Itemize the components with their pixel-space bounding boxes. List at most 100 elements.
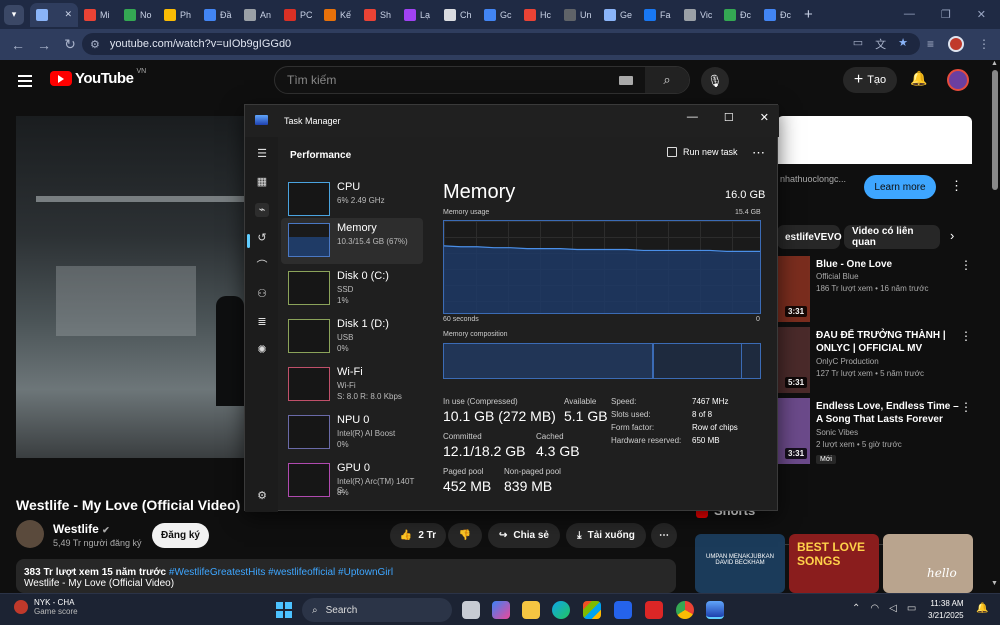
performance-icon[interactable]: ⌁: [255, 203, 269, 217]
tab-search-dropdown[interactable]: ▾: [4, 4, 24, 25]
scroll-up-icon[interactable]: ▲: [991, 60, 998, 67]
processes-icon[interactable]: ▦: [255, 175, 269, 189]
battery-icon[interactable]: ▭: [907, 603, 916, 614]
short-thumbnail[interactable]: BEST LOVE SONGS: [789, 534, 879, 593]
browser-tab[interactable]: Mi: [78, 3, 118, 27]
more-options-icon[interactable]: ⋯: [752, 145, 765, 161]
page-scrollbar[interactable]: ▲ ▼: [990, 60, 1000, 593]
browser-tab[interactable]: Ph: [158, 3, 198, 27]
dislike-button[interactable]: 👎: [448, 523, 482, 548]
profile-avatar[interactable]: [948, 36, 964, 52]
media-controls-icon[interactable]: ≡: [927, 37, 934, 51]
volume-icon[interactable]: ◁: [889, 603, 897, 614]
store-icon[interactable]: [583, 601, 601, 619]
recommended-video[interactable]: 5:31 ĐAU ĐỂ TRƯỞNG THÀNH | ONLYC | OFFICI…: [777, 327, 987, 393]
task-manager-titlebar[interactable]: Task Manager — ☐ ✕: [245, 105, 779, 137]
perf-item-wi-fi[interactable]: Wi-Fi Wi-Fi S: 8.0 R: 8.0 Kbps: [281, 362, 423, 408]
scrollbar-thumb[interactable]: [992, 70, 998, 190]
task-view-icon[interactable]: [462, 601, 480, 619]
subscribe-button[interactable]: Đăng ký: [152, 523, 209, 548]
restore-icon[interactable]: ❐: [941, 8, 951, 21]
recommended-video[interactable]: 3:31 Endless Love, Endless Time – A Song …: [777, 398, 987, 464]
browser-tab[interactable]: Lạ: [398, 3, 438, 27]
browser-tab[interactable]: Ch: [438, 3, 478, 27]
download-button[interactable]: ⤓ Tải xuống: [566, 523, 646, 548]
back-icon[interactable]: ←: [8, 37, 28, 53]
forward-icon[interactable]: →: [34, 37, 54, 53]
channel-name[interactable]: Westlife ✔: [53, 522, 110, 536]
scroll-down-icon[interactable]: ▼: [991, 580, 998, 587]
ad-more-icon[interactable]: ⋮: [950, 178, 963, 194]
perf-item-disk-1-d[interactable]: Disk 1 (D:) USB 0%: [281, 314, 423, 360]
browser-menu-icon[interactable]: ⋮: [978, 37, 990, 51]
site-info-icon[interactable]: ⚙: [90, 38, 100, 51]
notifications-bell-icon[interactable]: 🔔: [910, 70, 927, 87]
bookmark-star-icon[interactable]: ★: [898, 36, 908, 52]
perf-item-memory[interactable]: Memory 10.3/15.4 GB (67%): [281, 218, 423, 264]
search-button[interactable]: ⌕: [645, 67, 689, 93]
create-button[interactable]: + Tạo: [843, 67, 897, 93]
edge-icon[interactable]: [552, 601, 570, 619]
perf-item-gpu-0[interactable]: GPU 0 Intel(R) Arc(TM) 140T G. 8%: [281, 458, 423, 504]
task-manager-taskbar-icon[interactable]: [706, 601, 724, 619]
minimize-icon[interactable]: —: [687, 111, 698, 124]
copilot-icon[interactable]: [492, 601, 510, 619]
browser-tab[interactable]: Un: [558, 3, 598, 27]
channel-name[interactable]: OnlyC Production: [816, 357, 879, 366]
more-icon[interactable]: ⋮: [960, 400, 972, 414]
video-title[interactable]: ĐAU ĐỂ TRƯỞNG THÀNH | ONLYC | OFFICIAL M…: [816, 329, 966, 355]
clock[interactable]: 11:38 AM 3/21/2025: [928, 598, 964, 622]
youtube-logo[interactable]: YouTube VN: [50, 68, 146, 87]
keyboard-icon[interactable]: [619, 75, 633, 85]
more-actions-button[interactable]: ⋯: [651, 523, 677, 548]
reload-icon[interactable]: ↻: [60, 36, 80, 53]
perf-item-npu-0[interactable]: NPU 0 Intel(R) AI Boost 0%: [281, 410, 423, 456]
browser-tab[interactable]: Đc: [758, 3, 798, 27]
voice-search-icon[interactable]: 🎙: [701, 67, 729, 95]
ad-banner[interactable]: [777, 116, 972, 164]
settings-gear-icon[interactable]: ⚙: [255, 489, 269, 503]
app-history-icon[interactable]: ↺: [255, 231, 269, 245]
browser-tab[interactable]: An: [238, 3, 278, 27]
notification-icon[interactable]: 🔔: [976, 603, 988, 614]
hamburger-menu-icon[interactable]: [18, 72, 32, 90]
short-thumbnail[interactable]: hello: [883, 534, 973, 593]
learn-more-button[interactable]: Learn more: [864, 175, 936, 199]
close-icon[interactable]: ✕: [977, 8, 986, 21]
address-bar[interactable]: ⚙ youtube.com/watch?v=uIOb9gIGGd0 ▭ 文 ★: [82, 33, 920, 55]
close-icon[interactable]: ✕: [760, 111, 769, 124]
file-explorer-icon[interactable]: [522, 601, 540, 619]
url-text[interactable]: youtube.com/watch?v=uIOb9gIGGd0: [110, 38, 291, 50]
chip-related[interactable]: Video có liên quan: [844, 225, 940, 249]
new-tab-button[interactable]: +: [804, 6, 813, 23]
channel-avatar[interactable]: [16, 520, 44, 548]
wifi-icon[interactable]: ◠: [870, 603, 879, 614]
video-title[interactable]: Blue - One Love: [816, 258, 966, 271]
search-box[interactable]: Tìm kiếm ⌕: [274, 66, 690, 94]
startup-apps-icon[interactable]: ⌒: [255, 259, 269, 273]
details-icon[interactable]: ≣: [255, 315, 269, 329]
browser-tab[interactable]: ✕: [30, 2, 78, 27]
app-icon[interactable]: [614, 601, 632, 619]
perf-item-cpu[interactable]: CPU 6% 2.49 GHz: [281, 177, 423, 223]
browser-tab[interactable]: Vic: [678, 3, 718, 27]
video-title[interactable]: Endless Love, Endless Time – A Song That…: [816, 400, 966, 426]
browser-tab[interactable]: Kế: [318, 3, 358, 27]
services-icon[interactable]: ✺: [255, 343, 269, 357]
browser-tab[interactable]: Đc: [718, 3, 758, 27]
more-icon[interactable]: ⋮: [960, 329, 972, 343]
short-thumbnail[interactable]: UMPAN MENAKJUBKAN DAVID BECKHAM: [695, 534, 785, 593]
video-player[interactable]: [16, 116, 244, 458]
account-avatar[interactable]: [947, 69, 969, 91]
chevron-up-icon[interactable]: ⌃: [852, 603, 860, 614]
browser-tab[interactable]: Fa: [638, 3, 678, 27]
video-description[interactable]: 383 Tr lượt xem 15 năm trước #WestlifeGr…: [16, 559, 676, 593]
tab-close-icon[interactable]: ✕: [64, 9, 72, 20]
install-app-icon[interactable]: ▭: [853, 36, 863, 52]
hashtags[interactable]: #WestlifeGreatestHits #westlifeofficial …: [169, 567, 393, 578]
more-icon[interactable]: ⋮: [960, 258, 972, 272]
browser-tab[interactable]: Ge: [598, 3, 638, 27]
browser-tab[interactable]: Gc: [478, 3, 518, 27]
taskbar-search[interactable]: ⌕ Search: [302, 598, 452, 622]
search-input[interactable]: Tìm kiếm: [275, 73, 619, 87]
